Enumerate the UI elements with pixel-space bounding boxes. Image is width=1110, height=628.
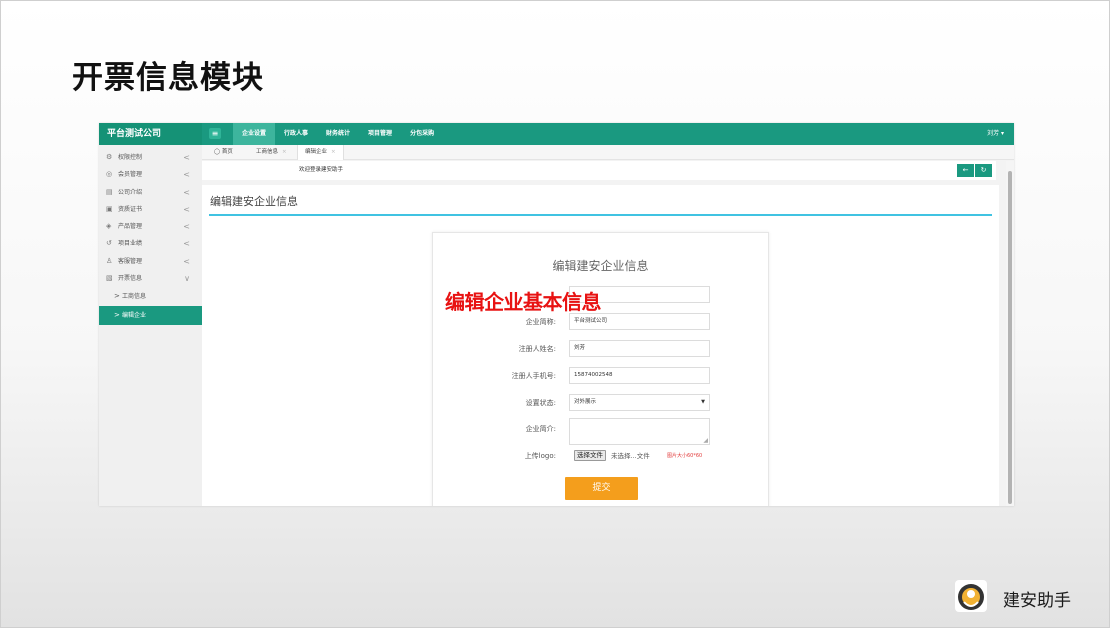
annotation-label: 编辑企业基本信息 [445,290,602,314]
document-icon: ▤ [106,187,113,196]
page-tabs: ◯ 首页 工商信息 × 编辑企业 × [202,145,1014,160]
registrant-phone-input[interactable]: 15874002548 [569,367,710,384]
tab-business-info[interactable]: 工商信息 × [254,145,289,160]
intro-textarea[interactable]: ◢ [569,418,710,445]
topnav-projects[interactable]: 项目管理 [359,123,401,145]
certificate-icon: ▣ [106,204,113,213]
sidebar-item-certificates[interactable]: ▣ 资质证书 < [99,201,202,218]
topnav-procurement[interactable]: 分包采购 [401,123,443,145]
welcome-bar: 欢迎登录建安助手 ← ↻ [202,161,996,180]
chevron-right-icon: > [114,292,120,301]
hamburger-icon[interactable]: ≡ [209,128,221,139]
chevron-down-icon: ∨ [184,274,190,284]
choose-file-button[interactable]: 选择文件 [574,450,606,461]
brand-name: 平台测试公司 [99,123,202,145]
company-name-input[interactable]: 平台测试公司 [569,313,710,330]
topnav-finance[interactable]: 财务统计 [317,123,359,145]
logo-size-hint: 图片大小60*60 [667,453,703,459]
chevron-left-icon: < [183,187,190,197]
form-row-intro: 企业简介: ◢ [433,418,768,445]
user-icon: ◎ [106,170,113,179]
sidebar-item-invoice-info[interactable]: ▧ 开票信息 ∨ [99,270,202,287]
slide-title: 开票信息模块 [72,60,264,96]
service-icon: ♙ [106,256,113,265]
main-content: 编辑建安企业信息 编辑建安企业信息 企业简称: 平台测试公司 注册人姓名: 刘芳… [202,185,999,506]
chevron-left-icon: < [183,153,190,162]
sidebar-item-members[interactable]: ◎ 会员管理 < [99,166,202,183]
form-row-company-name: 企业简称: 平台测试公司 [433,313,768,331]
close-icon[interactable]: × [282,149,287,155]
resize-grip-icon[interactable]: ◢ [703,437,708,444]
sidebar-item-products[interactable]: ◈ 产品管理 < [99,218,202,235]
tab-edit-company[interactable]: 编辑企业 × [297,145,344,160]
form-row-registrant-phone: 注册人手机号: 15874002548 [433,367,768,385]
sidebar-item-company-intro[interactable]: ▤ 公司介绍 < [99,184,202,201]
chevron-left-icon: < [183,256,190,266]
page-title: 编辑建安企业信息 [210,195,298,208]
sidebar-subitem-business-info[interactable]: > 工商信息 [99,287,202,306]
form-row-status: 设置状态: 对外展示 ▼ [433,394,768,412]
scrollbar-thumb[interactable] [1008,171,1012,504]
close-icon[interactable]: × [331,149,336,155]
status-select[interactable]: 对外展示 ▼ [569,394,710,411]
welcome-text: 欢迎登录建安助手 [299,167,344,173]
form-row-registrant-name: 注册人姓名: 刘芳 [433,340,768,358]
settings-icon: ⚙ [106,153,113,161]
submit-button[interactable]: 提交 [565,477,638,500]
footer-brand: 建安助手 [1003,591,1071,611]
sidebar-item-permissions[interactable]: ⚙ 权限控制 < [99,149,202,166]
refresh-button[interactable]: ↻ [975,164,992,177]
chevron-left-icon: < [183,222,190,232]
jianan-logo-icon [955,580,987,612]
chevron-right-icon: > [114,311,120,320]
sidebar: ⚙ 权限控制 < ◎ 会员管理 < ▤ 公司介绍 < ▣ 资质证书 < ◈ 产品管理 < ↺ 项目业绩… [99,145,202,506]
back-button[interactable]: ← [957,164,974,177]
top-bar: 平台测试公司 ≡ 企业设置 行政人事 财务统计 项目管理 分包采购 刘芳 ▾ [99,123,1014,145]
chevron-left-icon: < [183,170,190,180]
nav-buttons: ← ↻ [956,164,992,177]
form-title: 编辑建安企业信息 [552,259,649,273]
sidebar-subitem-edit-company[interactable]: > 编辑企业 [99,306,202,326]
box-icon: ◈ [106,222,112,231]
scrollbar[interactable] [1006,161,1014,506]
file-status: 未选择...文件 [611,452,650,460]
title-divider [209,214,992,216]
topnav-hr[interactable]: 行政人事 [275,123,317,145]
caret-down-icon: ▼ [701,399,705,405]
sidebar-item-customer-service[interactable]: ♙ 客服管理 < [99,253,202,270]
form-row-logo: 上传logo: 选择文件 未选择...文件 图片大小60*60 [433,448,768,466]
invoice-icon: ▧ [106,274,113,283]
tab-home[interactable]: ◯ 首页 [212,145,235,160]
user-menu[interactable]: 刘芳 ▾ [987,123,1004,145]
registrant-name-input[interactable]: 刘芳 [569,340,710,357]
sidebar-item-project-results[interactable]: ↺ 项目业绩 < [99,235,202,252]
topnav-company-settings[interactable]: 企业设置 [233,123,276,145]
chevron-left-icon: < [183,204,190,214]
chevron-left-icon: < [183,239,190,249]
top-nav: 企业设置 行政人事 财务统计 项目管理 分包采购 [233,123,443,145]
edit-company-form: 编辑建安企业信息 企业简称: 平台测试公司 注册人姓名: 刘芳 注册人手机号: … [432,232,769,506]
history-icon: ↺ [106,239,112,248]
